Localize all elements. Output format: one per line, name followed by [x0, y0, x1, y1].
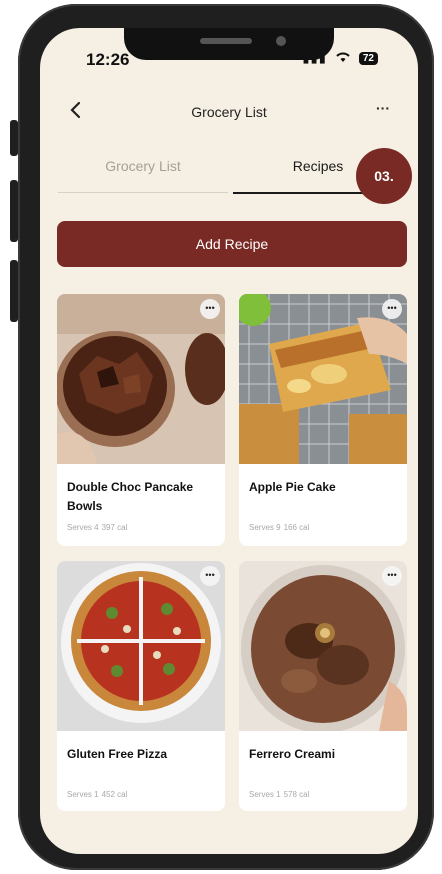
- tab-bar: Grocery List Recipes: [58, 158, 403, 194]
- recipe-calories: 578 cal: [283, 790, 310, 799]
- volume-up-button: [10, 180, 18, 242]
- recipe-meta: Serves 4 397 cal: [67, 523, 127, 532]
- recipe-calories: 452 cal: [101, 790, 128, 799]
- card-more-button[interactable]: •••: [200, 299, 220, 319]
- recipe-meta: Serves 1 578 cal: [249, 790, 309, 799]
- recipe-title: Apple Pie Cake: [249, 480, 336, 494]
- card-more-button[interactable]: •••: [382, 566, 402, 586]
- recipe-serves: Serves 1: [249, 790, 281, 799]
- recipe-photo-apple-pie-cake: •••: [239, 294, 407, 464]
- battery-indicator: 72: [358, 51, 378, 65]
- add-recipe-button[interactable]: Add Recipe: [57, 221, 407, 267]
- speaker-grille: [200, 38, 252, 44]
- recipe-title: Ferrero Creami: [249, 747, 336, 761]
- volume-down-button: [10, 260, 18, 322]
- tab-grocery-list-label: Grocery List: [105, 158, 181, 174]
- signal-icon: ▮▮▮: [302, 50, 327, 65]
- wifi-icon: [335, 51, 351, 66]
- app-screen: 12:26 ▮▮▮ 72 Grocery List ··· Grocery Li…: [40, 28, 418, 854]
- recipe-card[interactable]: ••• Ferrero Creami Serves 1 578 cal: [239, 561, 407, 811]
- recipe-meta: Serves 9 166 cal: [249, 523, 309, 532]
- recipe-photo-pizza: •••: [57, 561, 225, 731]
- recipe-card[interactable]: ••• Gluten Free Pizza Serves 1 452 cal: [57, 561, 225, 811]
- card-more-button[interactable]: •••: [200, 566, 220, 586]
- recipe-calories: 397 cal: [101, 523, 128, 532]
- recipe-title: Gluten Free Pizza: [67, 747, 168, 761]
- recipe-calories: 166 cal: [283, 523, 310, 532]
- front-camera: [276, 36, 286, 46]
- status-time: 12:26: [86, 50, 130, 69]
- card-more-button[interactable]: •••: [382, 299, 402, 319]
- more-options-button[interactable]: ···: [376, 100, 390, 116]
- recipe-meta: Serves 1 452 cal: [67, 790, 127, 799]
- recipe-card[interactable]: ••• Double Choc Pancake Bowls Serves 4 39…: [57, 294, 225, 546]
- page-title: Grocery List: [191, 104, 267, 120]
- tab-grocery-list[interactable]: Grocery List: [58, 158, 228, 193]
- step-badge: 03.: [356, 148, 412, 204]
- status-icons: ▮▮▮ 72: [302, 50, 378, 66]
- recipe-photo-ferrero-creami: •••: [239, 561, 407, 731]
- recipe-serves: Serves 1: [67, 790, 99, 799]
- recipe-title: Double Choc Pancake Bowls: [67, 480, 194, 513]
- recipe-card[interactable]: ••• Apple Pie Cake Serves 9 166 cal: [239, 294, 407, 546]
- recipe-serves: Serves 4: [67, 523, 99, 532]
- recipe-photo-chocolate-bowl: •••: [57, 294, 225, 464]
- mute-switch: [10, 120, 18, 156]
- recipe-serves: Serves 9: [249, 523, 281, 532]
